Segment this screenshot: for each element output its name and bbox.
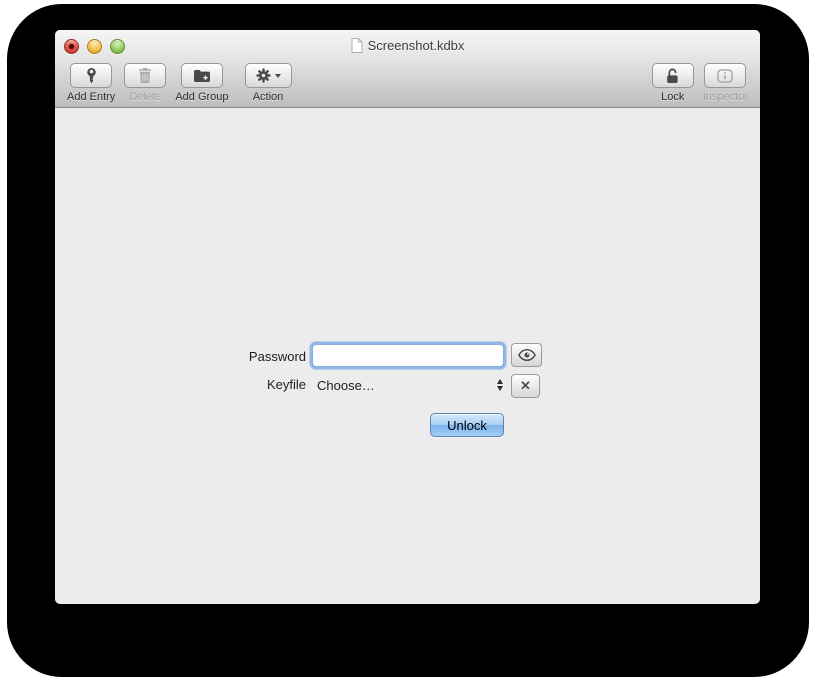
toolbar-label-inspector: Inspector: [703, 91, 748, 103]
show-password-button[interactable]: [511, 343, 542, 367]
titlebar: Screenshot.kdbx: [185, 30, 630, 60]
gear-icon: [256, 68, 271, 83]
lock-button[interactable]: [652, 63, 694, 88]
minimize-button[interactable]: [87, 39, 102, 54]
toolbar-label-add-entry: Add Entry: [67, 91, 115, 103]
eye-icon: [518, 349, 536, 361]
close-x-icon: ✕: [520, 378, 531, 394]
toolbar-item-add-entry: Add Entry: [67, 63, 115, 103]
info-panel-icon: [717, 69, 733, 83]
toolbar-label-lock: Lock: [661, 91, 684, 103]
toolbar-item-action: Action: [245, 63, 292, 103]
delete-button[interactable]: [124, 63, 166, 88]
action-menu-button[interactable]: [245, 63, 292, 88]
clear-keyfile-button[interactable]: ✕: [511, 374, 540, 398]
popup-stepper-icon: [497, 379, 503, 391]
toolbar-label-delete: Delete: [129, 91, 161, 103]
close-button[interactable]: [64, 39, 79, 54]
inspector-button[interactable]: [704, 63, 746, 88]
add-group-button[interactable]: [181, 63, 223, 88]
unlock-button[interactable]: Unlock: [430, 413, 504, 437]
key-icon: [86, 68, 97, 84]
keyfile-label: Keyfile: [205, 377, 306, 392]
lock-open-icon: [666, 68, 680, 84]
toolbar-item-inspector: Inspector: [703, 63, 748, 103]
add-folder-icon: [194, 69, 210, 82]
toolbar-item-lock: Lock: [652, 63, 694, 103]
password-input[interactable]: [312, 344, 504, 367]
zoom-button[interactable]: [110, 39, 125, 54]
window-title: Screenshot.kdbx: [368, 38, 465, 53]
add-entry-button[interactable]: [70, 63, 112, 88]
toolbar-item-add-group: Add Group: [175, 63, 228, 103]
toolbar-label-action: Action: [253, 91, 284, 103]
trash-icon: [139, 68, 151, 83]
traffic-lights: [64, 39, 125, 54]
keyfile-selected-value: Choose…: [317, 378, 375, 393]
password-label: Password: [205, 349, 306, 364]
keyfile-popup-button[interactable]: Choose…: [317, 376, 505, 394]
toolbar-label-add-group: Add Group: [175, 91, 228, 103]
toolbar-item-delete: Delete: [124, 63, 166, 103]
chevron-down-icon: [275, 74, 281, 78]
toolbar: Add Entry Delete: [67, 63, 748, 103]
app-window: Screenshot.kdbx Add Entry: [55, 30, 760, 604]
window-chrome: Screenshot.kdbx Add Entry: [55, 30, 760, 108]
document-icon: [351, 38, 363, 53]
